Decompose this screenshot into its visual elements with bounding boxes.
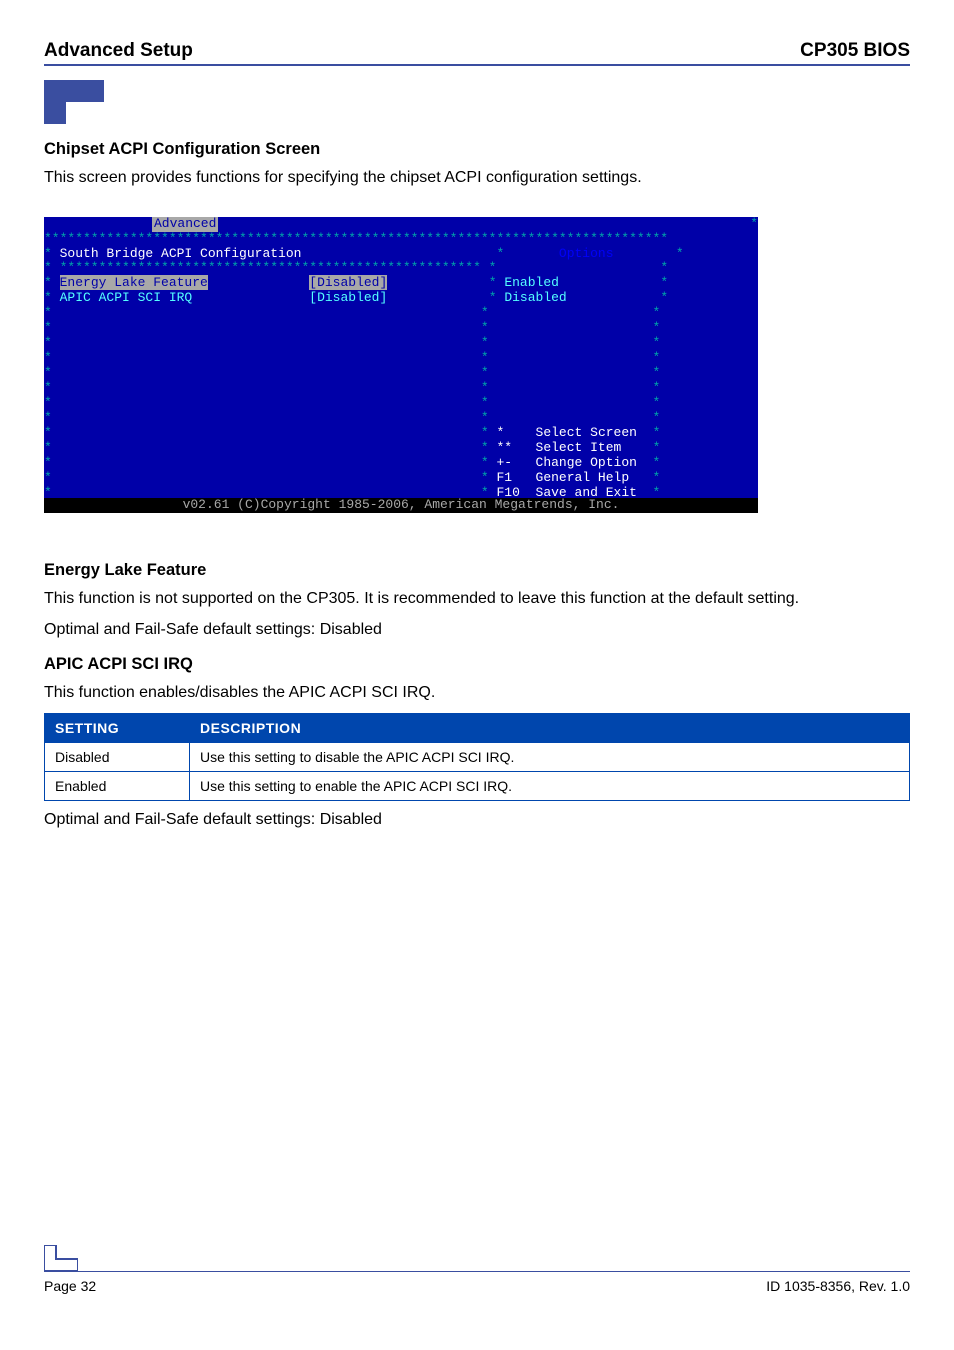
table-row: Enabled Use this setting to enable the A… (45, 772, 910, 801)
bios-item-energy-lake-value[interactable]: [Disabled] (309, 275, 387, 290)
table-header-setting: SETTING (45, 714, 190, 743)
section-text-apic-after: Optimal and Fail-Safe default settings: … (44, 809, 910, 831)
section-text-chipset-acpi: This screen provides functions for speci… (44, 167, 910, 189)
bios-nav-general-help: General Help (536, 470, 630, 485)
brand-logo (44, 80, 910, 124)
footer-rule (44, 1271, 910, 1272)
section-text-energy-lake-1: This function is not supported on the CP… (44, 588, 910, 610)
bios-footer: v02.61 (C)Copyright 1985-2006, American … (44, 498, 758, 513)
header-right: CP305 BIOS (800, 40, 910, 62)
bios-option-enabled: Enabled (504, 275, 559, 290)
page-footer: Page 32 ID 1035-8356, Rev. 1.0 (44, 1245, 910, 1294)
bios-option-disabled: Disabled (504, 290, 566, 305)
table-cell-desc: Use this setting to disable the APIC ACP… (190, 743, 910, 772)
table-cell-setting: Disabled (45, 743, 190, 772)
bios-nav-select-item: Select Item (536, 440, 622, 455)
header-left: Advanced Setup (44, 40, 193, 62)
settings-table: SETTING DESCRIPTION Disabled Use this se… (44, 713, 910, 801)
section-text-energy-lake-2: Optimal and Fail-Safe default settings: … (44, 619, 910, 641)
bios-title: South Bridge ACPI Configuration (60, 246, 302, 261)
section-heading-chipset-acpi: Chipset ACPI Configuration Screen (44, 140, 910, 159)
footer-page-number: Page 32 (44, 1278, 96, 1294)
table-cell-desc: Use this setting to enable the APIC ACPI… (190, 772, 910, 801)
table-header-description: DESCRIPTION (190, 714, 910, 743)
bios-item-apic-acpi[interactable]: APIC ACPI SCI IRQ (60, 290, 193, 305)
bios-border-star: * (750, 217, 758, 232)
bios-tab-advanced: Advanced (152, 217, 218, 232)
bios-screenshot: Advanced * *****************************… (44, 217, 758, 513)
bios-nav-key: F1 (497, 470, 513, 485)
footer-doc-id: ID 1035-8356, Rev. 1.0 (766, 1278, 910, 1294)
bios-item-energy-lake[interactable]: Energy Lake Feature (60, 275, 208, 290)
section-heading-energy-lake: Energy Lake Feature (44, 561, 910, 580)
page-header: Advanced Setup CP305 BIOS (44, 40, 910, 62)
bios-nav-key: +- (497, 455, 513, 470)
bios-nav-select-screen: Select Screen (536, 425, 637, 440)
footer-logo-icon (44, 1245, 78, 1271)
table-header-row: SETTING DESCRIPTION (45, 714, 910, 743)
section-heading-apic-acpi: APIC ACPI SCI IRQ (44, 655, 910, 674)
bios-item-apic-acpi-value[interactable]: [Disabled] (309, 290, 387, 305)
table-row: Disabled Use this setting to disable the… (45, 743, 910, 772)
section-text-apic-acpi: This function enables/disables the APIC … (44, 682, 910, 704)
bios-nav-change-option: Change Option (536, 455, 637, 470)
bios-options-header: Options (559, 246, 614, 261)
table-cell-setting: Enabled (45, 772, 190, 801)
header-rule (44, 64, 910, 66)
bios-nav-key: ** (497, 440, 513, 455)
